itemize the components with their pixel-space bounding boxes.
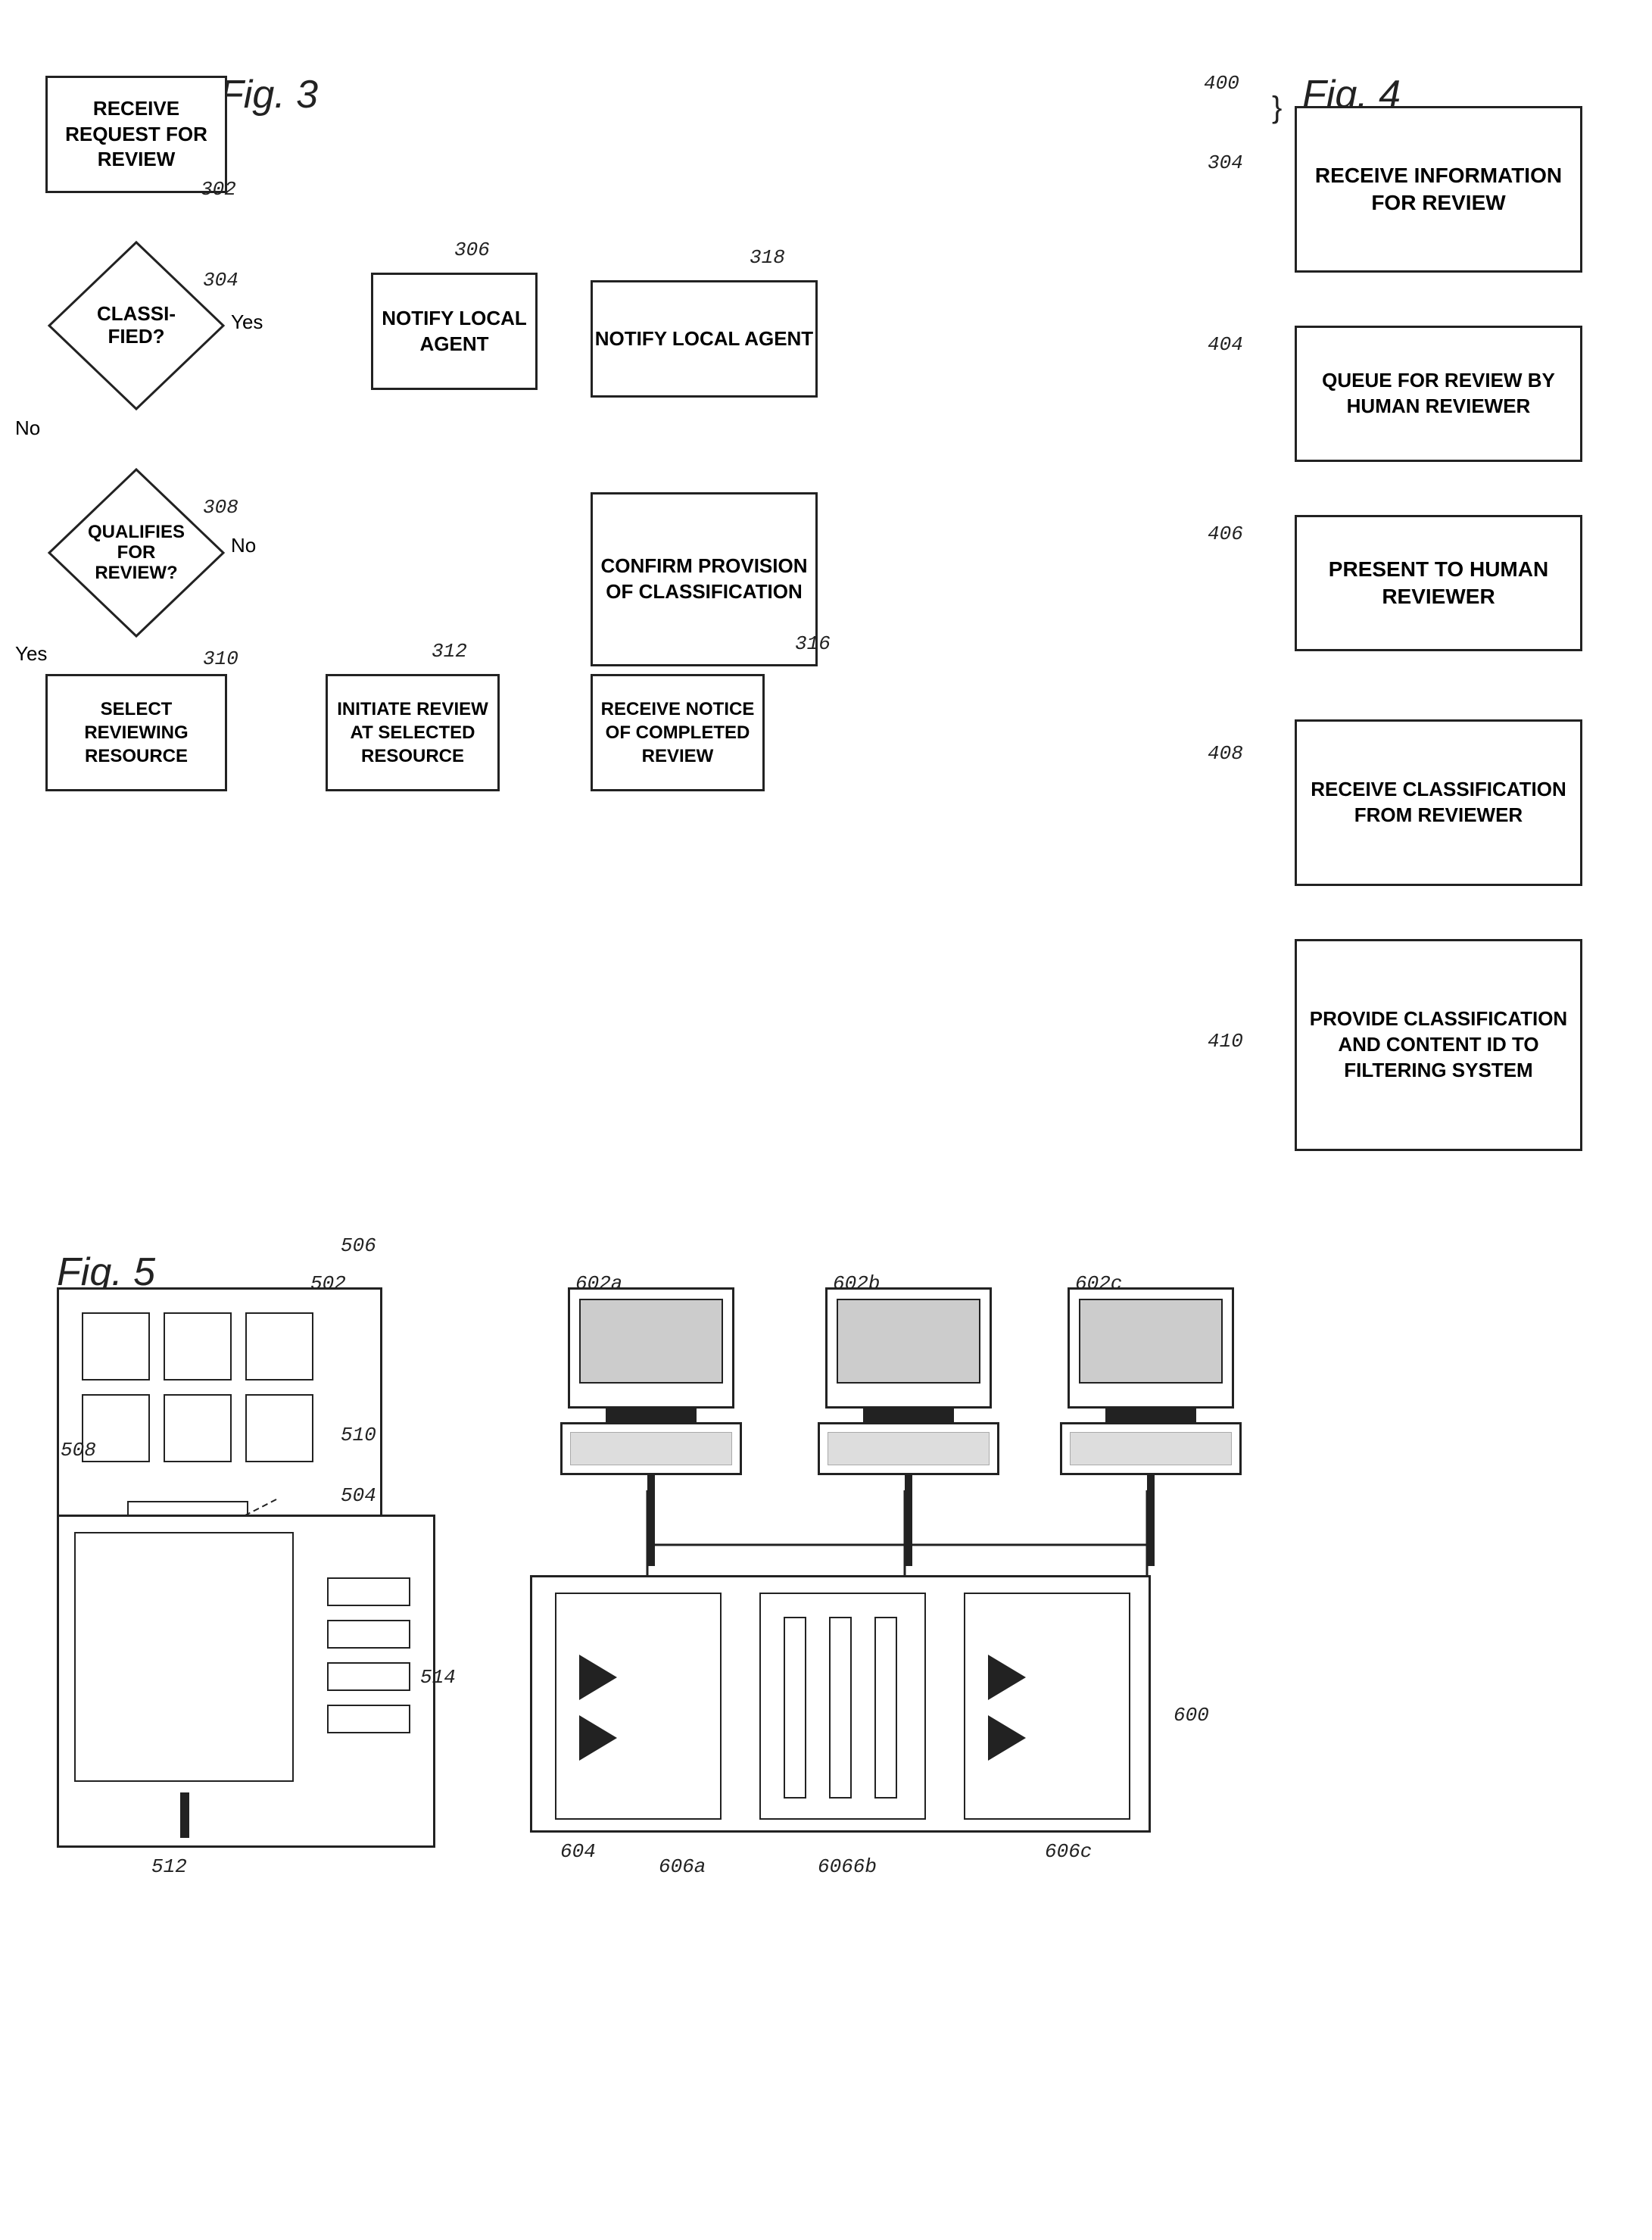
fig6-cable-a xyxy=(647,1475,655,1566)
fig6-sub-unit-2 xyxy=(759,1593,926,1820)
svg-text:CLASSI-: CLASSI- xyxy=(97,302,176,325)
fig6-bar-3 xyxy=(874,1617,897,1799)
fig3-notify2-box: NOTIFY LOCAL AGENT xyxy=(591,280,818,398)
label-506: 506 xyxy=(341,1234,376,1257)
fig4-receive-info-box: RECEIVE INFORMATION FOR REVIEW xyxy=(1295,106,1582,273)
label-406: 406 xyxy=(1208,523,1243,545)
fig5-slot-4 xyxy=(327,1705,410,1733)
fig6-monitor-c xyxy=(1068,1287,1234,1409)
label-402: 304 xyxy=(1208,151,1243,174)
label-yes2: Yes xyxy=(15,642,47,666)
fig5-button-grid xyxy=(82,1312,313,1462)
fig3-qualifies-diamond: QUALIFIES FOR REVIEW? xyxy=(45,466,227,640)
label-404: 404 xyxy=(1208,333,1243,356)
label-606c: 606c xyxy=(1045,1840,1092,1863)
fig6-stand-a xyxy=(606,1409,697,1422)
fig6-monitor-b xyxy=(825,1287,992,1409)
fig5-btn-5[interactable] xyxy=(164,1394,232,1462)
fig3-start-box: RECEIVE REQUEST FOR REVIEW xyxy=(45,76,227,193)
fig5-slots xyxy=(327,1577,410,1733)
svg-text:REVIEW?: REVIEW? xyxy=(95,563,177,583)
fig3-title: Fig. 3 xyxy=(220,72,318,117)
label-318: 318 xyxy=(750,246,785,269)
fig6-screen-b xyxy=(837,1299,980,1384)
label-no2: No xyxy=(231,534,256,557)
label-512: 512 xyxy=(151,1855,187,1878)
svg-text:FIED?: FIED? xyxy=(108,325,164,348)
fig5-monitor xyxy=(57,1515,435,1848)
label-304: 304 xyxy=(203,269,238,292)
fig6-kbd-inner-b xyxy=(828,1432,990,1465)
label-606a: 606a xyxy=(659,1855,706,1878)
fig6-keyboard-a xyxy=(560,1422,742,1475)
label-312: 312 xyxy=(432,640,467,663)
fig4-receive-class-box: RECEIVE CLASSIFICATION FROM REVIEWER xyxy=(1295,719,1582,886)
fig4-present-box: PRESENT TO HUMAN REVIEWER xyxy=(1295,515,1582,651)
fig6-sub-unit-1 xyxy=(555,1593,722,1820)
fig5-cable xyxy=(180,1792,189,1838)
fig5-slot-1 xyxy=(327,1577,410,1606)
fig6-cable-c xyxy=(1147,1475,1155,1566)
label-310: 310 xyxy=(203,647,238,670)
fig6-server-unit xyxy=(530,1575,1151,1833)
label-514: 514 xyxy=(420,1666,456,1689)
label-504: 504 xyxy=(341,1484,376,1507)
fig5-slot-2 xyxy=(327,1620,410,1649)
page: Fig. 3 RECEIVE REQUEST FOR REVIEW 302 CL… xyxy=(0,0,1652,2240)
fig5-btn-3[interactable] xyxy=(245,1312,313,1381)
fig5-screen xyxy=(74,1532,294,1782)
fig6-stand-c xyxy=(1105,1409,1196,1422)
label-302: 302 xyxy=(201,178,236,201)
fig3-classified-diamond: CLASSI- FIED? xyxy=(45,239,227,413)
fig6-cable-b xyxy=(905,1475,912,1566)
label-316: 316 xyxy=(795,632,831,655)
fig3-select-box: SELECT REVIEWING RESOURCE xyxy=(45,674,227,791)
label-410: 410 xyxy=(1208,1030,1243,1053)
fig5-btn-6[interactable] xyxy=(245,1394,313,1462)
label-no1: No xyxy=(15,416,40,440)
label-510: 510 xyxy=(341,1424,376,1446)
label-604: 604 xyxy=(560,1840,596,1863)
fig6-keyboard-b xyxy=(818,1422,999,1475)
svg-text:FOR: FOR xyxy=(117,542,156,563)
fig6-kbd-inner-c xyxy=(1070,1432,1232,1465)
fig3-confirm-box: CONFIRM PROVISION OF CLASSIFICATION xyxy=(591,492,818,666)
fig6-keyboard-c xyxy=(1060,1422,1242,1475)
fig6-kbd-inner-a xyxy=(570,1432,732,1465)
fig6-bar-2 xyxy=(829,1617,852,1799)
fig3-receive-notice-box: RECEIVE NOTICE OF COMPLETED REVIEW xyxy=(591,674,765,791)
fig6-stand-b xyxy=(863,1409,954,1422)
label-600: 600 xyxy=(1174,1704,1209,1727)
fig5-slot-3 xyxy=(327,1662,410,1691)
brace-400: } xyxy=(1272,91,1282,125)
fig5-btn-1[interactable] xyxy=(82,1312,150,1381)
fig6-sub-unit-3 xyxy=(964,1593,1130,1820)
label-606b: 6066b xyxy=(818,1855,877,1878)
svg-text:QUALIFIES: QUALIFIES xyxy=(88,522,185,542)
label-508: 508 xyxy=(61,1439,96,1462)
fig3-notify1-box: NOTIFY LOCAL AGENT xyxy=(371,273,538,390)
label-306: 306 xyxy=(454,239,490,261)
fig6-screen-c xyxy=(1079,1299,1223,1384)
label-400: 400 xyxy=(1204,72,1239,95)
fig3-initiate-box: INITIATE REVIEW AT SELECTED RESOURCE xyxy=(326,674,500,791)
fig4-queue-box: QUEUE FOR REVIEW BY HUMAN REVIEWER xyxy=(1295,326,1582,462)
fig4-provide-box: PROVIDE CLASSIFICATION AND CONTENT ID TO… xyxy=(1295,939,1582,1151)
label-308: 308 xyxy=(203,496,238,519)
fig5-btn-2[interactable] xyxy=(164,1312,232,1381)
fig6-screen-a xyxy=(579,1299,723,1384)
label-408: 408 xyxy=(1208,742,1243,765)
fig6-bar-1 xyxy=(784,1617,806,1799)
label-yes1: Yes xyxy=(231,310,263,334)
fig6-monitor-a xyxy=(568,1287,734,1409)
